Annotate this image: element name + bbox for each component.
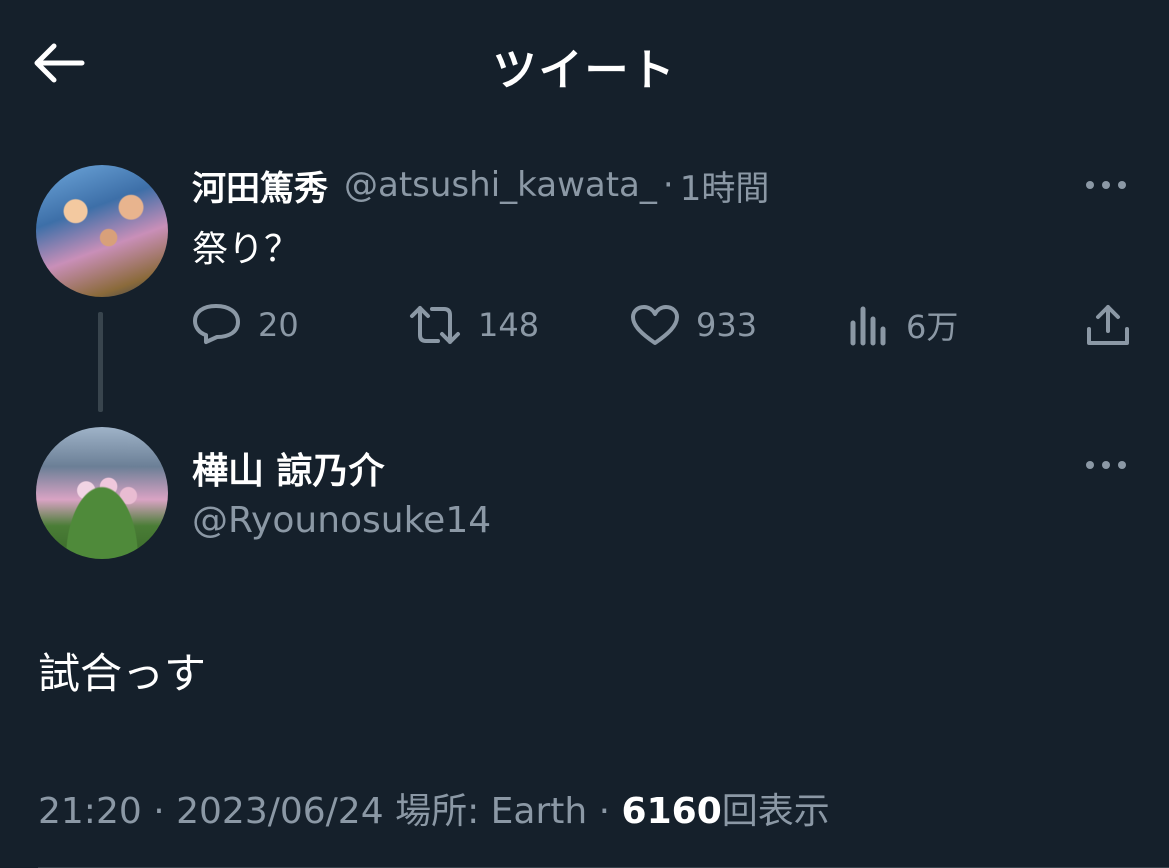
share-icon xyxy=(1087,305,1129,345)
main-tweet-text: 試合っす xyxy=(38,649,207,698)
avatar-main[interactable] xyxy=(36,427,168,559)
parent-display-name[interactable]: 河田篤秀 xyxy=(192,161,328,210)
tweet-metadata: 21:20 · 2023/06/24 場所: Earth · 6160回表示 xyxy=(38,782,830,834)
parent-tweet-text: 祭り？ xyxy=(192,229,301,270)
reply-icon xyxy=(193,304,240,344)
view-label: 回表示 xyxy=(721,791,830,832)
main-handle[interactable]: @Ryounosuke14 xyxy=(192,500,491,541)
tweet-location: 場所: Earth xyxy=(395,791,588,832)
parent-header: 河田篤秀 @atsushi_kawata_ · 1時間 xyxy=(192,160,769,210)
meta-separator: · xyxy=(153,791,165,832)
header: ツイート xyxy=(0,0,1169,125)
tweet-date[interactable]: 2023/06/24 xyxy=(176,791,384,832)
retweet-count: 148 xyxy=(478,306,540,344)
more-icon xyxy=(1086,181,1126,189)
views-button[interactable]: 6万 xyxy=(848,300,958,350)
reply-count: 20 xyxy=(258,306,299,344)
like-count: 933 xyxy=(696,306,758,344)
main-display-name[interactable]: 樺山 諒乃介 xyxy=(192,442,385,494)
like-button[interactable]: 933 xyxy=(630,300,757,350)
reply-button[interactable]: 20 xyxy=(192,300,299,350)
meta-separator: · xyxy=(598,791,611,832)
parent-handle[interactable]: @atsushi_kawata_ xyxy=(344,165,657,205)
views-icon xyxy=(850,306,886,346)
thread-line xyxy=(98,312,103,412)
view-count: 6160 xyxy=(621,791,722,832)
tweet-time[interactable]: 21:20 xyxy=(38,791,142,832)
parent-actions: 20 148 933 6万 xyxy=(192,300,1137,350)
share-button[interactable] xyxy=(1085,300,1147,350)
parent-separator: · xyxy=(662,165,674,205)
more-icon xyxy=(1086,461,1126,469)
views-count: 6万 xyxy=(906,308,959,346)
parent-time[interactable]: 1時間 xyxy=(680,161,770,210)
avatar-parent[interactable] xyxy=(36,165,168,297)
main-more-button[interactable] xyxy=(1080,450,1132,480)
parent-more-button[interactable] xyxy=(1080,170,1132,200)
retweet-icon xyxy=(410,306,460,344)
retweet-button[interactable]: 148 xyxy=(408,300,539,350)
like-icon xyxy=(631,305,679,345)
page-title: ツイート xyxy=(492,45,677,96)
